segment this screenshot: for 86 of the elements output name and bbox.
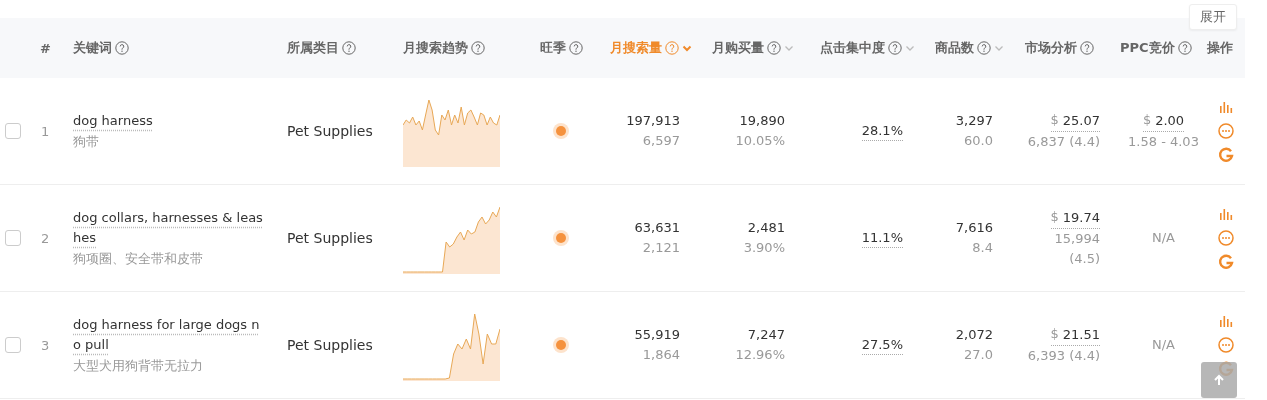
column-header[interactable]: 商品数 xyxy=(935,39,974,57)
help-icon[interactable] xyxy=(342,41,356,55)
row-checkbox[interactable] xyxy=(5,123,21,139)
keyword-translation: 狗带 xyxy=(73,133,100,151)
review-stats: 6,837 (4.4) xyxy=(1027,132,1100,151)
click-share: 28.1% xyxy=(861,121,903,141)
column-header: # xyxy=(40,40,51,56)
ppc-value: N/A xyxy=(1152,229,1175,247)
purchase-rate: 10.05% xyxy=(735,132,785,150)
column-header: 月搜索趋势 xyxy=(403,39,468,57)
monthly-purchases: 19,890 xyxy=(739,112,785,130)
column-header: 市场分析 xyxy=(1025,39,1077,57)
click-share: 27.5% xyxy=(861,335,903,355)
keyword-link[interactable]: dog collars, harnesses & leashes xyxy=(73,208,287,248)
help-icon[interactable] xyxy=(888,41,902,55)
supply-ratio: 60.0 xyxy=(964,132,993,150)
category-text: Pet Supplies xyxy=(287,337,374,353)
category-text: Pet Supplies xyxy=(287,230,374,246)
column-header[interactable]: 月购买量 xyxy=(712,39,764,57)
average-price: 19.74 xyxy=(1062,208,1100,227)
row-checkbox[interactable] xyxy=(5,337,21,353)
keyword-translation: 狗项圈、安全带和皮带 xyxy=(73,250,204,268)
column-header: PPC竞价 xyxy=(1120,39,1175,57)
help-icon[interactable] xyxy=(1177,41,1192,55)
sort-chevron-icon[interactable] xyxy=(682,43,692,53)
row-number: 1 xyxy=(40,123,51,139)
column-header[interactable]: 点击集中度 xyxy=(820,39,885,57)
sort-chevron-icon[interactable] xyxy=(994,43,1004,53)
help-icon[interactable] xyxy=(665,41,679,55)
more-icon[interactable] xyxy=(1218,123,1234,139)
product-count: 7,616 xyxy=(955,219,993,237)
help-icon[interactable] xyxy=(115,41,129,55)
keyword-link[interactable]: dog harness for large dogs no pull xyxy=(73,315,287,355)
google-icon[interactable] xyxy=(1218,254,1234,270)
review-stats: 15,994 (4.5) xyxy=(1053,229,1100,268)
product-count: 3,297 xyxy=(955,112,993,130)
daily-searches: 1,864 xyxy=(642,346,680,364)
keyword-translation: 大型犬用狗背带无拉力 xyxy=(73,357,204,375)
google-icon[interactable] xyxy=(1218,147,1234,163)
average-price: 21.51 xyxy=(1062,325,1100,344)
ppc-bid: 2.00 xyxy=(1155,111,1185,130)
back-to-top-button[interactable] xyxy=(1201,362,1237,398)
help-icon[interactable] xyxy=(569,41,583,55)
ppc-value: N/A xyxy=(1152,336,1175,354)
bar-chart-icon[interactable] xyxy=(1218,206,1234,222)
average-price: 25.07 xyxy=(1062,111,1100,130)
expand-button[interactable]: 展开 xyxy=(1189,4,1237,30)
product-count: 2,072 xyxy=(955,326,993,344)
column-header: 所属类目 xyxy=(287,39,339,57)
row-checkbox[interactable] xyxy=(5,230,21,246)
column-header: 操作 xyxy=(1207,39,1233,57)
currency-symbol: $ xyxy=(1050,324,1059,343)
monthly-searches: 55,919 xyxy=(634,326,680,344)
supply-ratio: 27.0 xyxy=(964,346,993,364)
purchase-rate: 12.96% xyxy=(735,346,785,364)
click-share: 11.1% xyxy=(861,228,903,248)
review-stats: 6,393 (4.4) xyxy=(1027,346,1100,365)
bar-chart-icon[interactable] xyxy=(1218,99,1234,115)
category-text: Pet Supplies xyxy=(287,123,374,139)
more-icon[interactable] xyxy=(1218,337,1234,353)
sort-chevron-icon[interactable] xyxy=(905,43,915,53)
column-header: 旺季 xyxy=(540,39,566,57)
daily-searches: 2,121 xyxy=(642,239,680,257)
ppc-range: 1.58 - 4.03 xyxy=(1128,132,1199,151)
monthly-purchases: 7,247 xyxy=(747,326,785,344)
sort-chevron-icon[interactable] xyxy=(784,43,794,53)
more-icon[interactable] xyxy=(1218,230,1234,246)
help-icon[interactable] xyxy=(1080,41,1094,55)
supply-ratio: 8.4 xyxy=(972,239,993,257)
monthly-purchases: 2,481 xyxy=(747,219,785,237)
keyword-link[interactable]: dog harness xyxy=(73,111,287,131)
purchase-rate: 3.90% xyxy=(743,239,785,257)
help-icon[interactable] xyxy=(471,41,485,55)
row-number: 3 xyxy=(40,337,51,353)
help-icon[interactable] xyxy=(977,41,991,55)
row-number: 2 xyxy=(40,230,51,246)
currency-symbol: $ xyxy=(1142,110,1152,129)
column-header: 关键词 xyxy=(73,39,112,57)
help-icon[interactable] xyxy=(767,41,781,55)
currency-symbol: $ xyxy=(1050,110,1059,129)
monthly-searches: 63,631 xyxy=(634,219,680,237)
monthly-searches: 197,913 xyxy=(626,112,680,130)
bar-chart-icon[interactable] xyxy=(1218,313,1234,329)
daily-searches: 6,597 xyxy=(642,132,680,150)
arrow-up-icon xyxy=(1212,373,1226,387)
currency-symbol: $ xyxy=(1050,207,1059,226)
